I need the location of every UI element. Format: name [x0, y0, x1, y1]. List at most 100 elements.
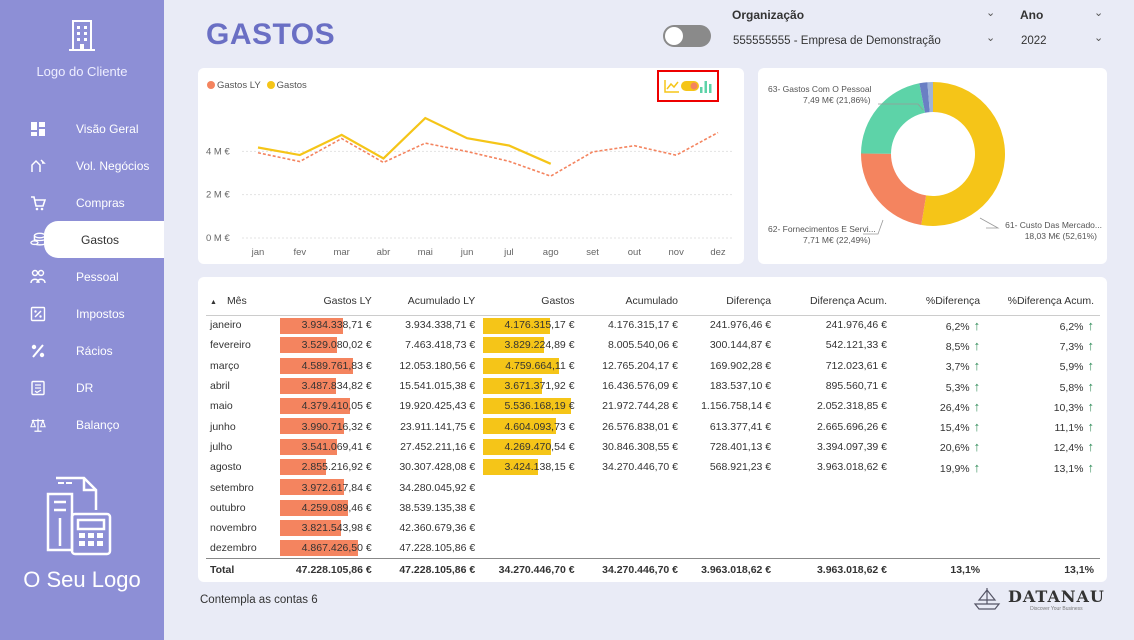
sort-asc-icon[interactable]: ▲: [210, 299, 217, 306]
cell-gly: 4.867.426,50 €: [278, 538, 377, 558]
cell-dif: 241.976,46 €: [709, 319, 772, 332]
col-header-diferenca[interactable]: Diferença: [684, 287, 778, 316]
cell-g: 3.671.371,92 €: [481, 376, 580, 396]
sidebar-item-visao-geral[interactable]: Visão Geral: [0, 110, 164, 147]
table-row[interactable]: setembro 3.972.617,84 € 34.280.045,92 €: [206, 477, 1100, 497]
donut-value-label: 18,03 M€ (52,61%): [1025, 231, 1097, 241]
table-row[interactable]: dezembro 4.867.426,50 € 47.228.105,86 €: [206, 538, 1100, 558]
cell-mes: agosto: [210, 461, 242, 474]
donut-slice[interactable]: [921, 82, 1006, 226]
sidebar-item-balanco[interactable]: Balanço: [0, 406, 164, 443]
cell-ac: [581, 477, 684, 497]
col-header-gastos[interactable]: Gastos: [481, 287, 581, 316]
donut-slice[interactable]: [861, 153, 927, 226]
cell-mes: abril: [210, 380, 230, 393]
total-pda: 13,1%: [986, 558, 1100, 581]
cell-ac: [581, 518, 684, 538]
brand-name: DATANAU: [1008, 586, 1105, 606]
col-header-acumulado[interactable]: Acumulado: [580, 287, 685, 316]
scale-icon: [30, 417, 46, 433]
cell-dif: [684, 518, 777, 538]
x-tick-label: ago: [543, 247, 559, 258]
year-label-chevron-icon[interactable]: ⌄: [1094, 6, 1103, 19]
col-header-mes[interactable]: ▲ Mês: [206, 287, 279, 316]
cell-g: [481, 518, 580, 538]
cell-dif: 1.156.758,14 €: [701, 400, 772, 413]
cell-pda: 7,3% ↑: [1059, 337, 1094, 353]
sidebar-item-pessoal[interactable]: Pessoal: [0, 258, 164, 295]
cell-mes: março: [210, 359, 240, 372]
table-row[interactable]: outubro 4.259.089,46 € 38.539.135,38 €: [206, 498, 1100, 518]
page-title: GASTOS: [206, 18, 336, 51]
table-row[interactable]: maio 4.379.410,05 € 19.920.425,43 € 5.536.1…: [206, 396, 1100, 416]
cell-pd: 19,9% ↑: [939, 459, 981, 475]
org-label: Organização: [732, 8, 805, 22]
col-header-pct-diferenca[interactable]: %Diferença: [893, 287, 987, 316]
donut-value-label: 7,71 M€ (22,49%): [803, 235, 871, 245]
view-toggle[interactable]: [663, 25, 711, 47]
cell-pda: 11,1% ↑: [1054, 419, 1095, 435]
cell-aly: 42.360.679,36 €: [399, 522, 476, 535]
series-line-gastos[interactable]: [257, 116, 552, 165]
cell-mes: junho: [210, 420, 236, 433]
line-chart: 0 M € 2 M € 4 M € jan fev mar abr mai jun jul ago s…: [206, 116, 733, 258]
cell-ac: 34.270.446,70 €: [602, 461, 679, 474]
cell-pda: [986, 498, 1100, 518]
report-icon: [30, 380, 46, 396]
table-row[interactable]: março 4.589.761,83 € 12.053.180,56 € 4.759.…: [206, 356, 1100, 376]
year-select[interactable]: 2022: [1021, 35, 1047, 47]
total-g: 34.270.446,70 €: [481, 558, 581, 581]
cell-aly: 27.452.211,16 €: [400, 440, 476, 453]
series-line-gastos-ly[interactable]: [257, 131, 719, 178]
sidebar-item-label: Balanço: [76, 417, 120, 432]
cell-mes: maio: [210, 400, 233, 413]
org-select[interactable]: 555555555 - Empresa de Demonstração: [733, 35, 941, 47]
donut-label: 61- Custo Das Mercado...: [1005, 220, 1102, 230]
table-row[interactable]: junho 3.990.716,32 € 23.911.141,75 € 4.604.…: [206, 416, 1100, 436]
x-tick-label: jul: [503, 247, 514, 258]
table-header-row: ▲ Mês Gastos LY Acumulado LY Gastos Acumu…: [206, 287, 1100, 316]
your-logo-label: O Seu Logo: [23, 567, 141, 592]
total-difa: 3.963.018,62 €: [777, 558, 894, 581]
cell-aly: 38.539.135,38 €: [399, 501, 476, 514]
org-label-chevron-icon[interactable]: ⌄: [986, 6, 995, 19]
col-header-pct-diferenca-acum[interactable]: %Diferença Acum.: [986, 287, 1100, 316]
table-row[interactable]: julho 3.541.069,41 € 27.452.211,16 € 4.269.…: [206, 437, 1100, 457]
table-row[interactable]: fevereiro 3.529.080,02 € 7.463.418,73 € 3.8…: [206, 335, 1100, 355]
total-pd: 13,1%: [893, 558, 987, 581]
table-row[interactable]: abril 3.487.834,82 € 15.541.015,38 € 3.671.…: [206, 376, 1100, 396]
sidebar-item-vol-negocios[interactable]: Vol. Negócios: [0, 147, 164, 184]
x-tick-label: dez: [710, 247, 726, 258]
cell-mes: dezembro: [210, 542, 257, 555]
cell-pda: 10,3% ↑: [1053, 398, 1094, 414]
cell-gly: 3.990.716,32 €: [278, 416, 377, 436]
col-header-diferenca-acum[interactable]: Diferença Acum.: [777, 287, 894, 316]
table-row[interactable]: novembro 3.821.543,98 € 42.360.679,36 €: [206, 518, 1100, 538]
table-row[interactable]: janeiro 3.934.338,71 € 3.934.338,71 € 4.176…: [206, 315, 1100, 335]
cell-aly: 19.920.425,43 €: [399, 400, 476, 413]
sidebar-item-racios[interactable]: Rácios: [0, 332, 164, 369]
donut-label: 63- Gastos Com O Pessoal: [768, 84, 872, 94]
arrow-up-icon: ↑: [1087, 439, 1095, 455]
sidebar-item-gastos[interactable]: Gastos: [30, 221, 164, 258]
col-header-acumulado-ly[interactable]: Acumulado LY: [377, 287, 482, 316]
cell-ac: 30.846.308,55 €: [602, 440, 679, 453]
cell-gly: 3.529.080,02 €: [278, 335, 377, 355]
line-chart-card: Gastos LY Gastos 0 M €2 M €4 M € jan fev ma…: [198, 68, 744, 264]
table-row[interactable]: agosto 2.855.216,92 € 30.307.428,08 € 3.424…: [206, 457, 1100, 477]
cell-pda: 5,9% ↑: [1059, 358, 1094, 374]
cell-pd: 3,7% ↑: [945, 358, 981, 374]
year-chevron-down-icon[interactable]: ⌄: [1094, 31, 1103, 44]
sidebar-item-label: Gastos: [81, 232, 120, 247]
cell-mes: novembro: [210, 522, 257, 535]
x-tick-label: set: [586, 247, 599, 258]
total-dif: 3.963.018,62 €: [684, 558, 778, 581]
cell-pda: 13,1% ↑: [1053, 459, 1094, 475]
sidebar-item-compras[interactable]: Compras: [0, 184, 164, 221]
cell-g: 4.269.470,54 €: [481, 437, 580, 457]
total-gly: 47.228.105,86 €: [278, 558, 378, 581]
sidebar-item-impostos[interactable]: Impostos: [0, 295, 164, 332]
sidebar-item-dr[interactable]: DR: [0, 369, 164, 406]
org-chevron-down-icon[interactable]: ⌄: [986, 31, 995, 44]
col-header-gastos-ly[interactable]: Gastos LY: [278, 287, 378, 316]
